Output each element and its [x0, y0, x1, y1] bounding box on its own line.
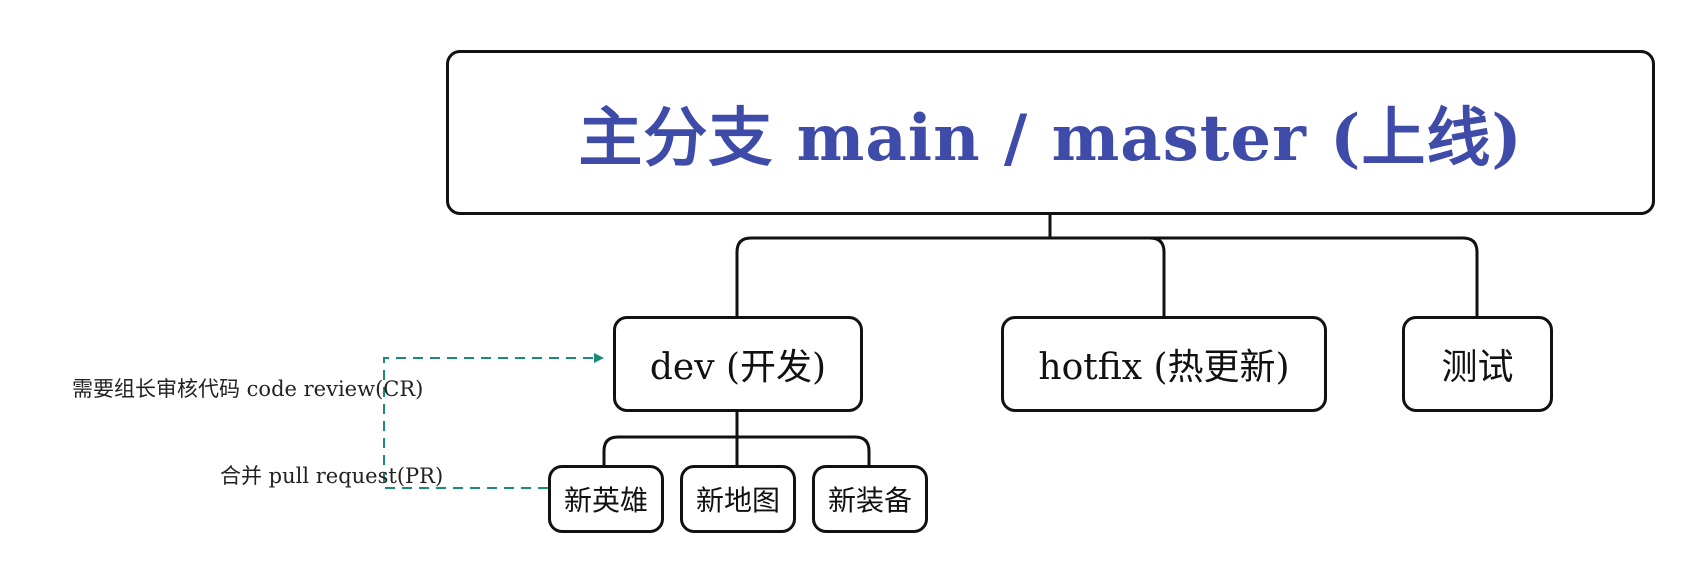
arrowhead-review — [594, 353, 604, 363]
root-node-main-branch[interactable]: 主分支 main / master (上线) — [446, 50, 1655, 215]
branch-node-hotfix[interactable]: hotfix (热更新) — [1001, 316, 1327, 412]
feature-label: 新装备 — [827, 484, 912, 517]
feature-node-new-map[interactable]: 新地图 — [680, 465, 796, 533]
connector-branch-bar — [735, 236, 1166, 316]
branch-node-test[interactable]: 测试 — [1402, 316, 1553, 412]
feature-node-new-hero[interactable]: 新英雄 — [548, 465, 664, 533]
branch-node-dev[interactable]: dev (开发) — [613, 316, 863, 412]
root-title: 主分支 main / master (上线) — [578, 100, 1523, 176]
branch-label-test: 测试 — [1441, 347, 1514, 388]
annotation-pull-request: 合并 pull request(PR) — [220, 464, 444, 488]
feature-label: 新英雄 — [563, 484, 648, 517]
branch-label-hotfix: hotfix (热更新) — [1038, 347, 1290, 388]
branch-label-dev: dev (开发) — [649, 347, 827, 388]
feature-node-new-equipment[interactable]: 新装备 — [812, 465, 928, 533]
feature-label: 新地图 — [695, 484, 780, 517]
connector-branch-bar-right — [1150, 236, 1479, 316]
annotation-code-review: 需要组长审核代码 code review(CR) — [72, 377, 424, 401]
